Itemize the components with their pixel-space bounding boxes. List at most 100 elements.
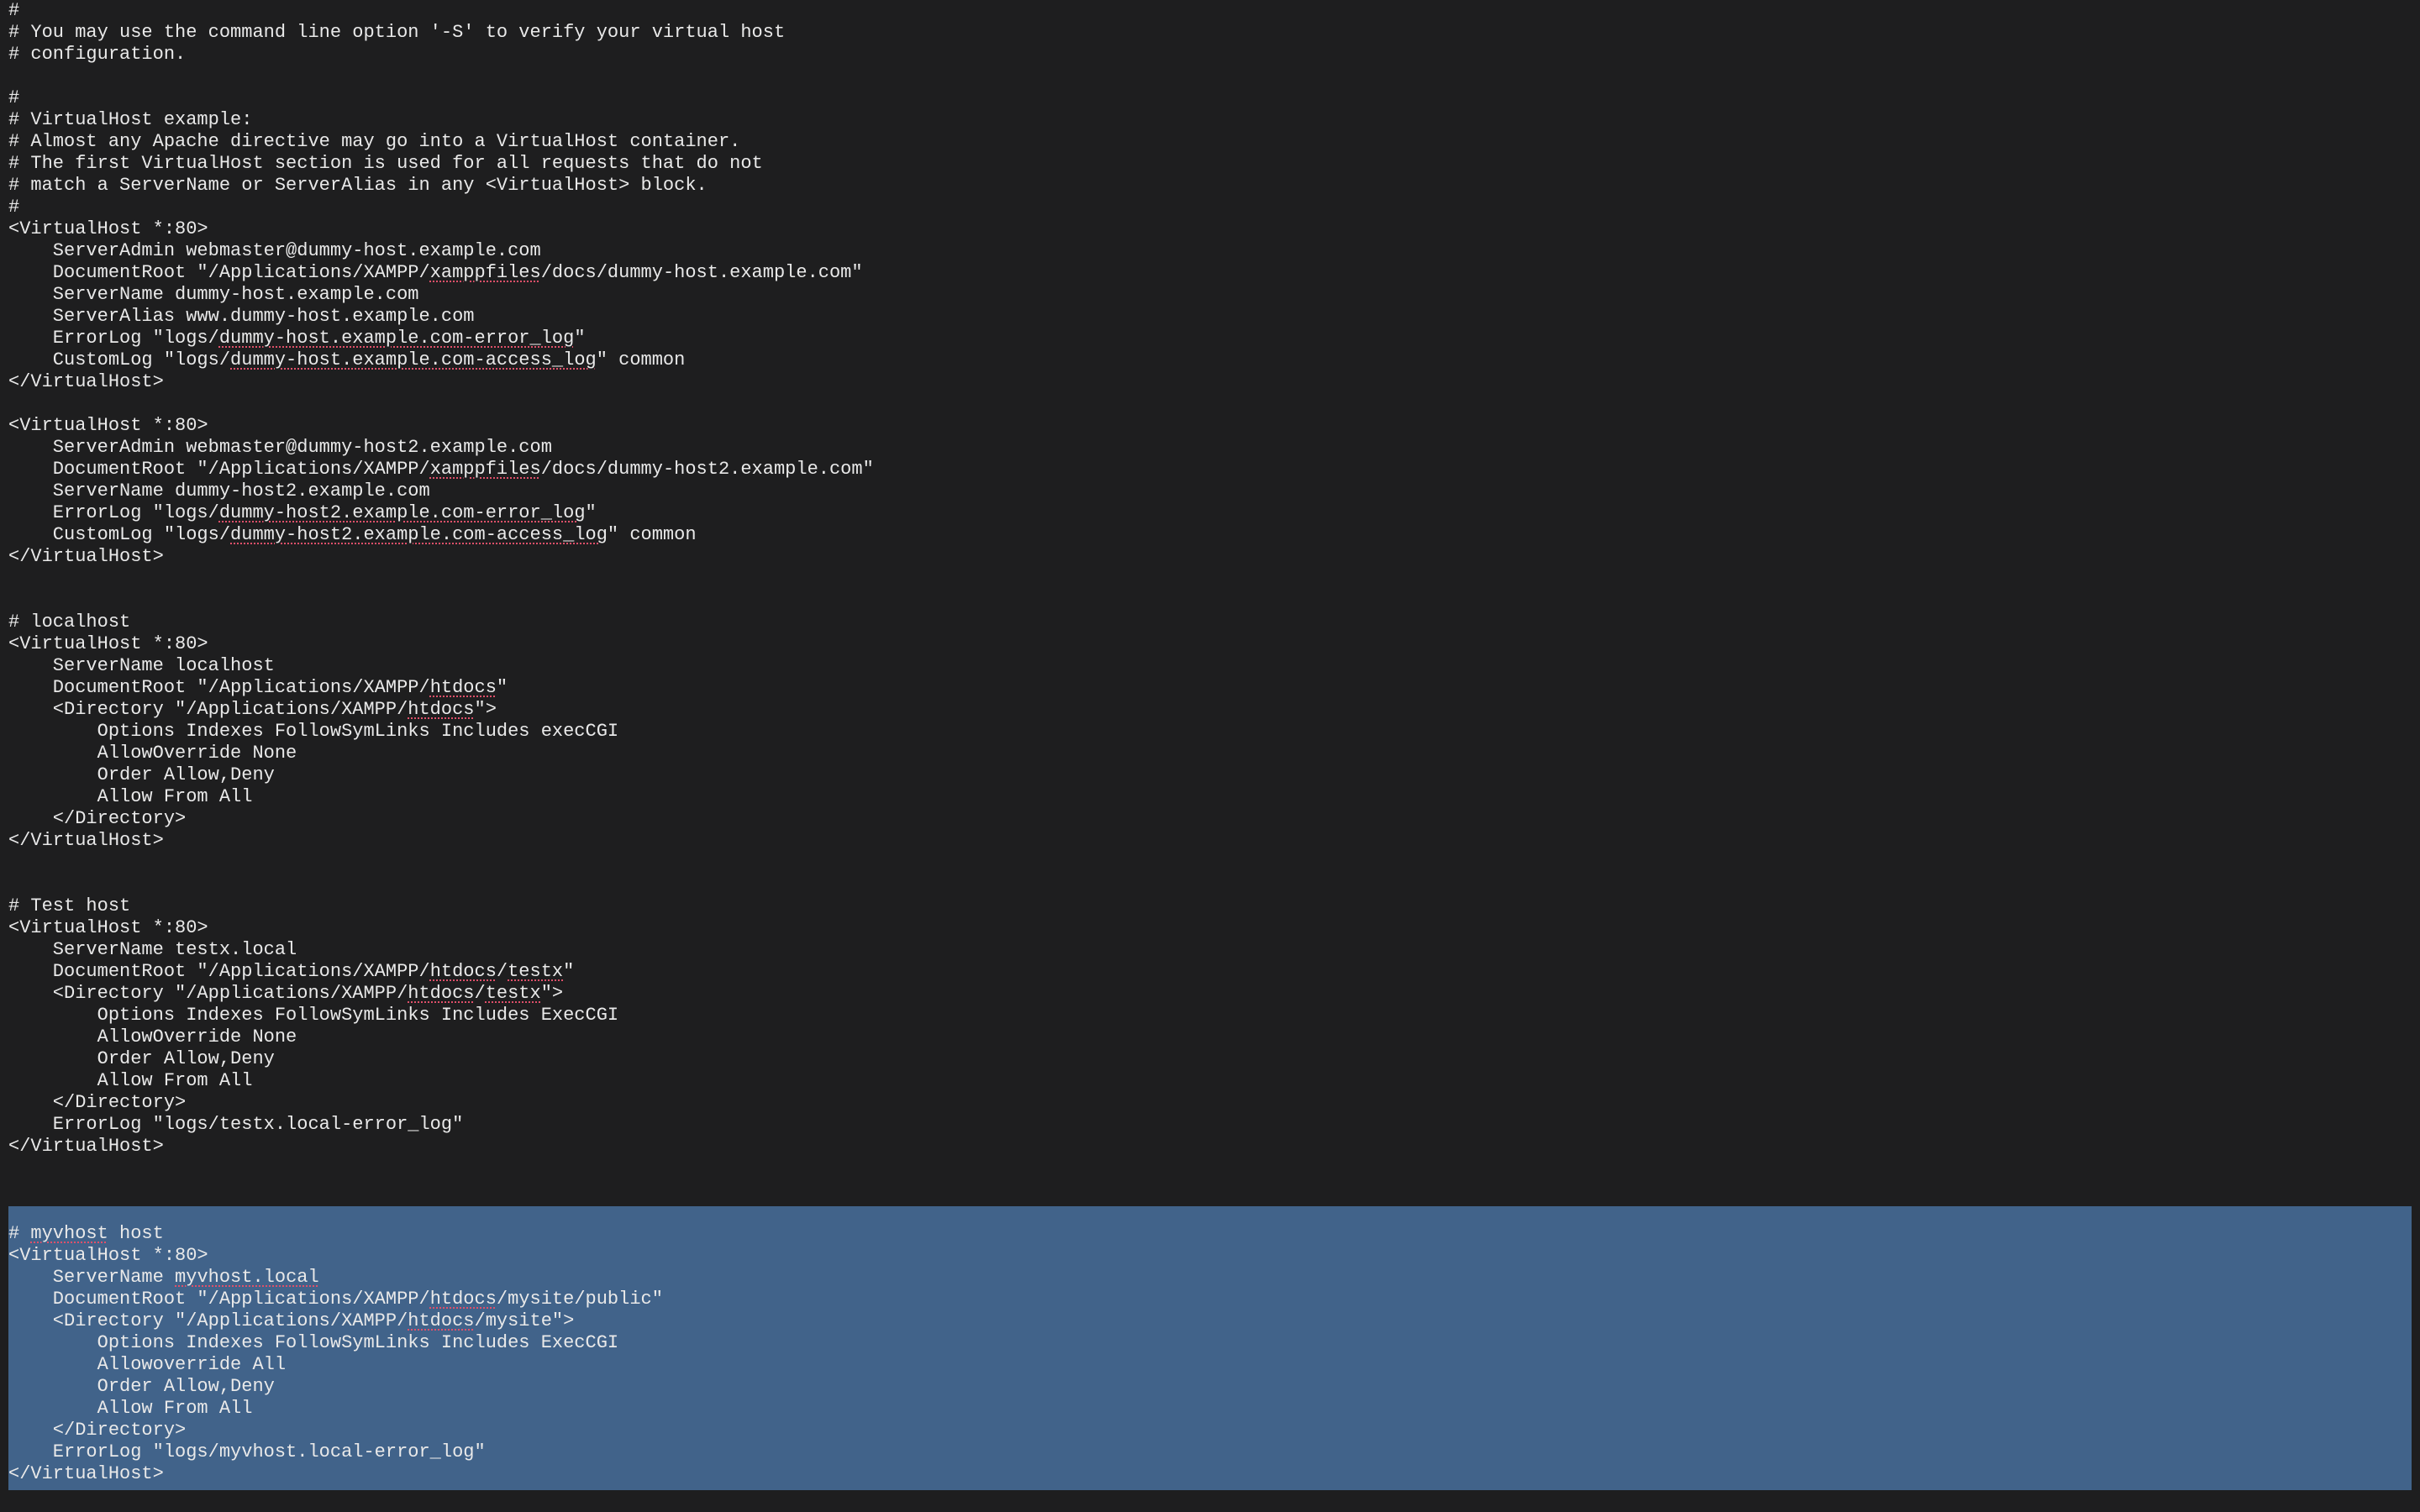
code-line[interactable]: #	[8, 0, 2412, 22]
spellcheck-word: xamppfiles	[429, 262, 541, 283]
code-text: /docs/dummy-host2.example.com"	[540, 459, 874, 480]
code-text: </Directory>	[8, 808, 187, 829]
code-line[interactable]: </VirtualHost>	[8, 1463, 2412, 1485]
code-line[interactable]: Allowoverride All	[8, 1354, 2412, 1376]
code-text: ServerName localhost	[8, 655, 275, 676]
code-text: /docs/dummy-host.example.com"	[540, 262, 863, 283]
spellcheck-word: dummy-host2.example.com-access_log	[230, 524, 608, 545]
code-line[interactable]	[8, 393, 2412, 415]
code-line[interactable]: Order Allow,Deny	[8, 1376, 2412, 1398]
code-text: ">	[474, 699, 497, 720]
code-text: <Directory "/Applications/XAMPP/	[8, 699, 408, 720]
code-text: DocumentRoot "/Applications/XAMPP/	[8, 677, 430, 698]
code-line[interactable]	[8, 590, 2412, 612]
code-text: <VirtualHost *:80>	[8, 415, 208, 436]
code-line[interactable]: ServerName myvhost.local	[8, 1267, 2412, 1289]
code-area[interactable]: # # You may use the command line option '…	[8, 0, 2412, 1485]
code-line[interactable]: Allow From All	[8, 1398, 2412, 1420]
code-line[interactable]: </VirtualHost>	[8, 830, 2412, 852]
code-line[interactable]: ErrorLog "logs/myvhost.local-error_log"	[8, 1441, 2412, 1463]
code-line[interactable]	[8, 874, 2412, 895]
code-line[interactable]: DocumentRoot "/Applications/XAMPP/htdocs…	[8, 677, 2412, 699]
code-line[interactable]: # Almost any Apache directive may go int…	[8, 131, 2412, 153]
code-line[interactable]: #	[8, 197, 2412, 218]
code-line[interactable]: ServerName testx.local	[8, 939, 2412, 961]
code-line[interactable]: Allow From All	[8, 1070, 2412, 1092]
code-line[interactable]: # Test host	[8, 895, 2412, 917]
code-text: <VirtualHost *:80>	[8, 1245, 208, 1266]
code-line[interactable]: </VirtualHost>	[8, 546, 2412, 568]
code-line[interactable]: </Directory>	[8, 1420, 2412, 1441]
code-text: ServerName dummy-host.example.com	[8, 284, 419, 305]
code-line[interactable]: ServerAdmin webmaster@dummy-host.example…	[8, 240, 2412, 262]
code-line[interactable]: ErrorLog "logs/testx.local-error_log"	[8, 1114, 2412, 1136]
code-line[interactable]: ServerName dummy-host.example.com	[8, 284, 2412, 306]
code-text: # The first VirtualHost section is used …	[8, 153, 763, 174]
code-line[interactable]: ErrorLog "logs/dummy-host.example.com-er…	[8, 328, 2412, 349]
code-text: " common	[596, 349, 686, 370]
code-line[interactable]: </Directory>	[8, 1092, 2412, 1114]
code-line[interactable]	[8, 1179, 2412, 1201]
code-text: /mysite/public"	[496, 1289, 663, 1310]
code-line[interactable]: <VirtualHost *:80>	[8, 917, 2412, 939]
code-line[interactable]: Order Allow,Deny	[8, 764, 2412, 786]
code-line[interactable]: DocumentRoot "/Applications/XAMPP/xamppf…	[8, 262, 2412, 284]
code-line[interactable]: ServerName localhost	[8, 655, 2412, 677]
code-line[interactable]: DocumentRoot "/Applications/XAMPP/htdocs…	[8, 1289, 2412, 1310]
code-line[interactable]	[8, 568, 2412, 590]
code-line[interactable]: </VirtualHost>	[8, 1136, 2412, 1158]
code-text: ServerAlias www.dummy-host.example.com	[8, 306, 475, 327]
code-line[interactable]: CustomLog "logs/dummy-host.example.com-a…	[8, 349, 2412, 371]
code-line[interactable]: # configuration.	[8, 44, 2412, 66]
code-line[interactable]: AllowOverride None	[8, 1026, 2412, 1048]
code-line[interactable]: Options Indexes FollowSymLinks Includes …	[8, 1005, 2412, 1026]
code-text: ErrorLog "logs/myvhost.local-error_log"	[8, 1441, 486, 1462]
code-line[interactable]: DocumentRoot "/Applications/XAMPP/xamppf…	[8, 459, 2412, 480]
code-line[interactable]: # match a ServerName or ServerAlias in a…	[8, 175, 2412, 197]
text-editor[interactable]: # # You may use the command line option '…	[0, 0, 2420, 1512]
code-text: #	[8, 197, 20, 218]
code-line[interactable]: ServerAdmin webmaster@dummy-host2.exampl…	[8, 437, 2412, 459]
code-line[interactable]: <VirtualHost *:80>	[8, 218, 2412, 240]
code-line[interactable]: # VirtualHost example:	[8, 109, 2412, 131]
code-line[interactable]: <VirtualHost *:80>	[8, 415, 2412, 437]
code-line[interactable]: #	[8, 87, 2412, 109]
code-line[interactable]: </VirtualHost>	[8, 371, 2412, 393]
code-line[interactable]: </Directory>	[8, 808, 2412, 830]
spellcheck-word: htdocs	[408, 983, 475, 1004]
code-line[interactable]: CustomLog "logs/dummy-host2.example.com-…	[8, 524, 2412, 546]
code-line[interactable]: <VirtualHost *:80>	[8, 633, 2412, 655]
code-text: Allow From All	[8, 1070, 253, 1091]
code-text: Allowoverride All	[8, 1354, 287, 1375]
code-text: Options Indexes FollowSymLinks Includes …	[8, 1332, 619, 1353]
code-line[interactable]: ServerName dummy-host2.example.com	[8, 480, 2412, 502]
code-line[interactable]: AllowOverride None	[8, 743, 2412, 764]
code-text: # VirtualHost example:	[8, 109, 253, 130]
code-line[interactable]: <Directory "/Applications/XAMPP/htdocs/t…	[8, 983, 2412, 1005]
code-line[interactable]	[8, 66, 2412, 87]
code-text: ServerAdmin webmaster@dummy-host.example…	[8, 240, 541, 261]
code-line[interactable]: Options Indexes FollowSymLinks Includes …	[8, 1332, 2412, 1354]
code-line[interactable]: # myvhost host	[8, 1223, 2412, 1245]
code-line[interactable]	[8, 852, 2412, 874]
code-line[interactable]: # The first VirtualHost section is used …	[8, 153, 2412, 175]
code-line[interactable]	[8, 1201, 2412, 1223]
code-line[interactable]: Order Allow,Deny	[8, 1048, 2412, 1070]
code-line[interactable]: Allow From All	[8, 786, 2412, 808]
code-text: # You may use the command line option '-…	[8, 22, 786, 43]
code-text: # configuration.	[8, 44, 187, 65]
code-line[interactable]: DocumentRoot "/Applications/XAMPP/htdocs…	[8, 961, 2412, 983]
code-line[interactable]: Options Indexes FollowSymLinks Includes …	[8, 721, 2412, 743]
spellcheck-word: htdocs	[408, 1310, 475, 1331]
code-line[interactable]: <Directory "/Applications/XAMPP/htdocs/m…	[8, 1310, 2412, 1332]
code-text: /mysite">	[474, 1310, 575, 1331]
code-line[interactable]: <Directory "/Applications/XAMPP/htdocs">	[8, 699, 2412, 721]
code-line[interactable]	[8, 1158, 2412, 1179]
spellcheck-word: testx	[485, 983, 541, 1004]
code-line[interactable]: # localhost	[8, 612, 2412, 633]
code-line[interactable]: ErrorLog "logs/dummy-host2.example.com-e…	[8, 502, 2412, 524]
code-text: </Directory>	[8, 1420, 187, 1441]
code-line[interactable]: <VirtualHost *:80>	[8, 1245, 2412, 1267]
code-line[interactable]: ServerAlias www.dummy-host.example.com	[8, 306, 2412, 328]
code-line[interactable]: # You may use the command line option '-…	[8, 22, 2412, 44]
